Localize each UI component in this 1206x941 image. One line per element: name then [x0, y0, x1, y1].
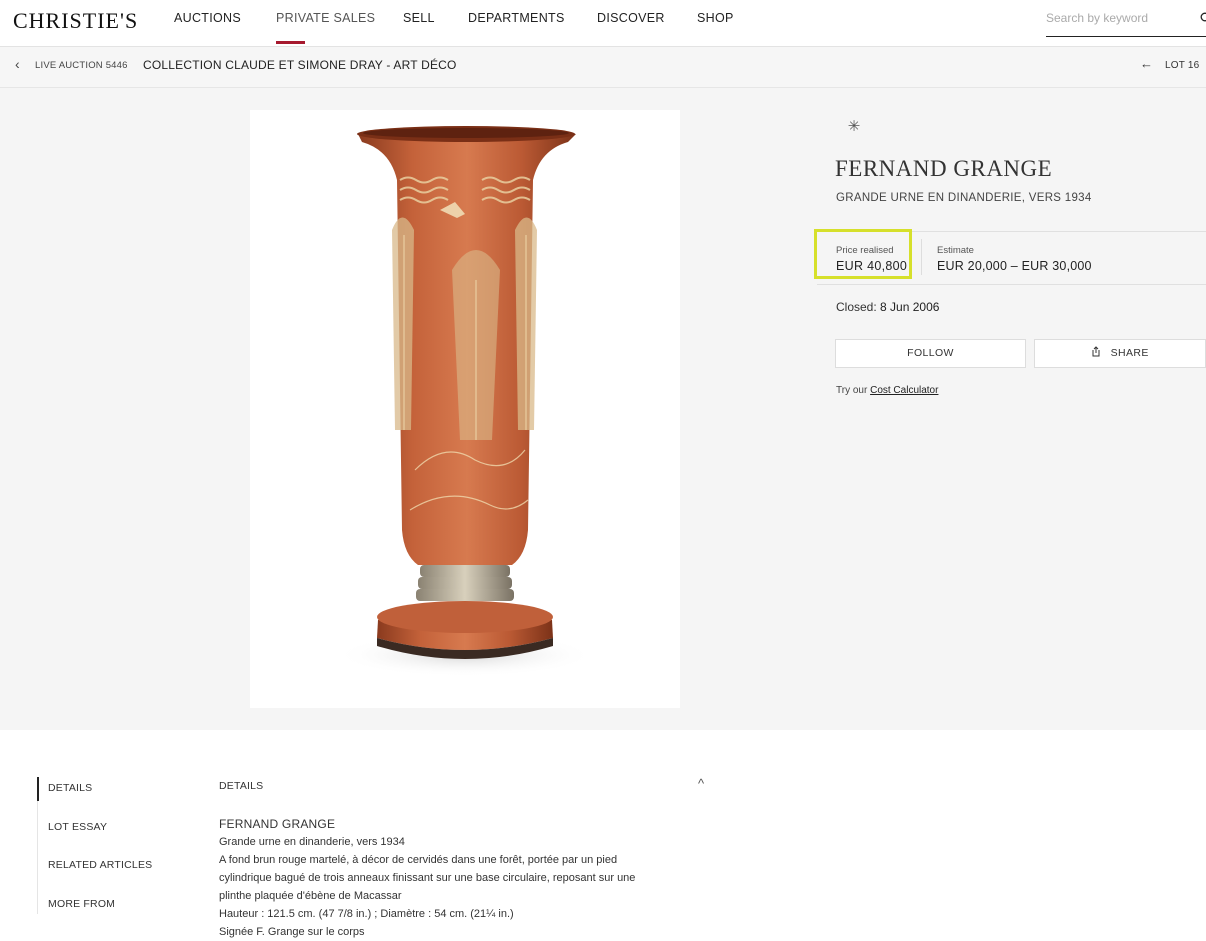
nav-departments[interactable]: DEPARTMENTS [468, 11, 565, 25]
breadcrumb: ‹ LIVE AUCTION 5446 COLLECTION CLAUDE ET… [0, 47, 1206, 88]
breadcrumb-auction-number[interactable]: LIVE AUCTION 5446 [35, 60, 128, 71]
lot-hero [0, 88, 1206, 730]
previous-lot-link[interactable]: LOT 16 [1165, 60, 1199, 71]
price-divider [921, 239, 922, 275]
details-heading: DETAILS [219, 780, 264, 792]
vase-illustration [335, 126, 595, 677]
search-icon[interactable] [1200, 12, 1206, 27]
top-navigation: CHRISTIE'S AUCTIONS PRIVATE SALES SELL D… [0, 0, 1206, 47]
back-chevron-icon[interactable]: ‹ [15, 56, 20, 72]
active-tab-indicator [37, 777, 39, 801]
estimate-value: EUR 20,000 – EUR 30,000 [937, 259, 1092, 273]
lot-subtitle: GRANDE URNE EN DINANDERIE, VERS 1934 [836, 192, 1092, 204]
nav-discover[interactable]: DISCOVER [597, 11, 665, 25]
tab-lot-essay[interactable]: LOT ESSAY [48, 821, 107, 833]
details-line: Grande urne en dinanderie, vers 1934 [219, 836, 405, 848]
share-label: SHARE [1110, 347, 1149, 359]
tab-related-articles[interactable]: RELATED ARTICLES [48, 859, 152, 871]
tab-more-from[interactable]: MORE FROM [48, 898, 115, 910]
details-line: cylindrique bagué de trois anneaux finis… [219, 872, 636, 884]
follow-button[interactable]: FOLLOW [835, 339, 1026, 368]
details-text: FERNAND GRANGE Grande urne en dinanderie… [219, 815, 689, 941]
details-line: Signée F. Grange sur le corps [219, 926, 365, 938]
lot-image[interactable] [250, 110, 680, 708]
christies-logo[interactable]: CHRISTIE'S [13, 8, 138, 34]
details-line-artist: FERNAND GRANGE [219, 817, 336, 831]
breadcrumb-sale-title[interactable]: COLLECTION CLAUDE ET SIMONE DRAY - ART D… [143, 58, 457, 72]
estimate-label: Estimate [937, 245, 974, 256]
share-button[interactable]: SHARE [1034, 339, 1206, 368]
asterisk-info-icon[interactable]: ✳ [845, 118, 863, 136]
closed-label: Closed: [836, 300, 877, 314]
search-input[interactable] [1046, 8, 1196, 28]
details-line: plinthe plaquée d'ébène de Macassar [219, 890, 402, 902]
details-line: Hauteur : 121.5 cm. (47 7/8 in.) ; Diamè… [219, 908, 514, 920]
price-realised-value: EUR 40,800 [836, 259, 908, 273]
tab-details[interactable]: DETAILS [48, 782, 92, 794]
nav-sell[interactable]: SELL [403, 11, 435, 25]
chevron-up-icon[interactable]: ^ [698, 776, 704, 791]
closed-date-value: 8 Jun 2006 [880, 300, 940, 314]
nav-private-sales[interactable]: PRIVATE SALES [276, 11, 375, 25]
closed-date: Closed: 8 Jun 2006 [836, 300, 939, 314]
price-realised-label: Price realised [836, 245, 894, 256]
nav-auctions[interactable]: AUCTIONS [174, 11, 241, 25]
search-box [1046, 8, 1206, 37]
cost-calculator-note: Try our Cost Calculator [836, 385, 938, 396]
share-icon [1091, 346, 1101, 359]
cost-calculator-link[interactable]: Cost Calculator [870, 385, 938, 396]
cost-prefix: Try our [836, 385, 868, 396]
active-nav-indicator [276, 41, 305, 44]
nav-shop[interactable]: SHOP [697, 11, 734, 25]
arrow-left-icon[interactable]: ← [1140, 56, 1153, 71]
details-line: A fond brun rouge martelé, à décor de ce… [219, 854, 618, 866]
lot-artist-title: FERNAND GRANGE [835, 156, 1053, 181]
